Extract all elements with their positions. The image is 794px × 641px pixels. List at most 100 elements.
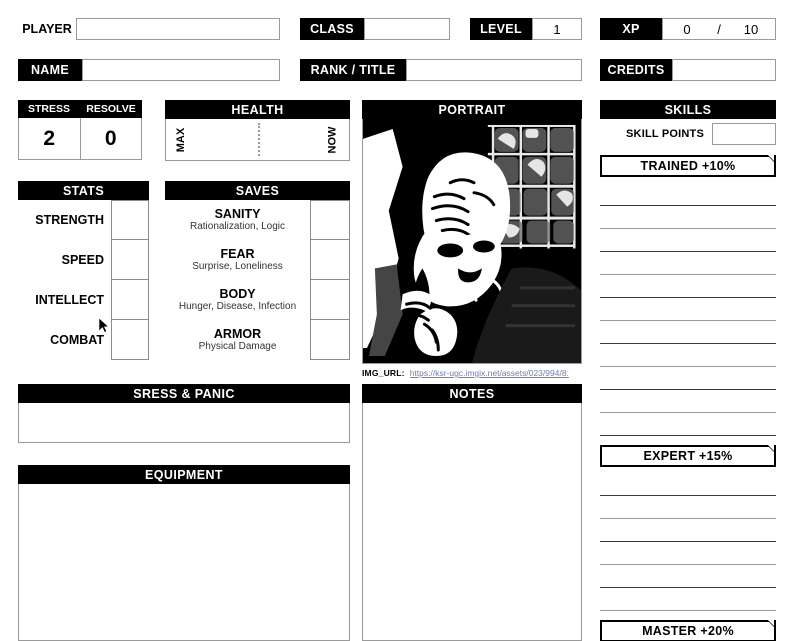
- skill-entry-slot[interactable]: [600, 542, 776, 564]
- player-field-group: PLAYER: [18, 18, 280, 40]
- xp-label: XP: [600, 18, 662, 40]
- xp-value-group[interactable]: 0 / 10: [662, 18, 776, 40]
- skill-entry-slot[interactable]: [600, 252, 776, 274]
- save-text-fear: FEAR Surprise, Loneliness: [165, 240, 310, 280]
- credits-input[interactable]: [672, 59, 776, 81]
- class-input[interactable]: [364, 18, 450, 40]
- stat-row-strength: STRENGTH: [18, 200, 149, 240]
- skill-entry-slot[interactable]: [600, 473, 776, 495]
- equipment-header: EQUIPMENT: [18, 465, 350, 484]
- save-input-armor[interactable]: [310, 320, 350, 360]
- stat-row-intellect: INTELLECT: [18, 280, 149, 320]
- skill-entry-slot[interactable]: [600, 519, 776, 541]
- skill-entry-slot[interactable]: [600, 367, 776, 389]
- save-sub-body: Hunger, Disease, Infection: [178, 301, 297, 313]
- equipment-textarea[interactable]: [18, 484, 350, 641]
- mouse-cursor-icon: [99, 318, 110, 333]
- save-input-fear[interactable]: [310, 240, 350, 280]
- stat-row-combat: COMBAT: [18, 320, 149, 360]
- img-url-label: IMG_URL:: [362, 368, 405, 378]
- corner-fold-icon: [767, 620, 776, 629]
- img-url-link[interactable]: https://ksr-ugc.imgix.net/assets/023/994…: [410, 368, 569, 378]
- level-input[interactable]: 1: [532, 18, 582, 40]
- skill-entry-slot[interactable]: [600, 413, 776, 435]
- save-text-armor: ARMOR Physical Damage: [165, 320, 310, 360]
- skill-lines-expert: [600, 473, 776, 611]
- resolve-value[interactable]: 0: [81, 118, 142, 159]
- name-field-group: NAME: [18, 59, 280, 81]
- skill-entry-slot[interactable]: [600, 275, 776, 297]
- stats-rows: STRENGTH SPEED INTELLECT COMBAT: [18, 200, 149, 360]
- skill-entry-slot[interactable]: [600, 183, 776, 205]
- save-sub-sanity: Rationalization, Logic: [189, 221, 286, 233]
- skill-rule-line: [600, 610, 776, 611]
- xp-max-input[interactable]: 10: [727, 19, 775, 39]
- skill-entry-slot[interactable]: [600, 390, 776, 412]
- player-input[interactable]: [76, 18, 280, 40]
- stress-panic-header: SRESS & PANIC: [18, 384, 350, 403]
- credits-label: CREDITS: [600, 59, 672, 81]
- save-text-sanity: SANITY Rationalization, Logic: [165, 200, 310, 240]
- skill-tier-master[interactable]: MASTER +20%: [600, 620, 776, 641]
- stat-input-combat[interactable]: [111, 320, 149, 360]
- save-input-body[interactable]: [310, 280, 350, 320]
- save-label-armor: ARMOR: [213, 326, 262, 341]
- rank-title-input[interactable]: [406, 59, 582, 81]
- stress-panic-panel: SRESS & PANIC: [18, 384, 350, 443]
- stats-header: STATS: [18, 181, 149, 200]
- xp-field-group: XP 0 / 10: [600, 18, 776, 40]
- skill-entry-slot[interactable]: [600, 229, 776, 251]
- skill-entry-slot[interactable]: [600, 206, 776, 228]
- portrait-image[interactable]: [362, 119, 582, 364]
- save-row-body: BODY Hunger, Disease, Infection: [165, 280, 350, 320]
- resolve-label: RESOLVE: [80, 100, 142, 118]
- health-divider: [257, 123, 260, 156]
- skill-entry-slot[interactable]: [600, 588, 776, 610]
- xp-current-input[interactable]: 0: [663, 19, 711, 39]
- skill-entry-slot[interactable]: [600, 344, 776, 366]
- skill-tier-master-label: MASTER +20%: [642, 624, 734, 638]
- skill-tier-trained[interactable]: TRAINED +10%: [600, 155, 776, 177]
- stress-resolve-panel: STRESS RESOLVE 2 0: [18, 100, 142, 160]
- portrait-header: PORTRAIT: [362, 100, 582, 119]
- skill-lines-trained: [600, 183, 776, 436]
- save-label-body: BODY: [219, 286, 256, 301]
- notes-header: NOTES: [362, 384, 582, 403]
- saves-rows: SANITY Rationalization, Logic FEAR Surpr…: [165, 200, 350, 360]
- stat-input-strength[interactable]: [111, 200, 149, 240]
- name-input[interactable]: [82, 59, 280, 81]
- stat-input-intellect[interactable]: [111, 280, 149, 320]
- notes-textarea[interactable]: [362, 403, 582, 641]
- corner-fold-icon: [767, 445, 776, 454]
- name-label: NAME: [18, 59, 82, 81]
- portrait-panel: PORTRAIT IMG_URL: https://ksr-ugc.imgix.…: [362, 100, 582, 380]
- xp-separator: /: [717, 21, 721, 37]
- save-input-sanity[interactable]: [310, 200, 350, 240]
- stat-input-speed[interactable]: [111, 240, 149, 280]
- portrait-artwork: [363, 119, 581, 363]
- skill-entry-slot[interactable]: [600, 321, 776, 343]
- skills-panel: SKILLS SKILL POINTS TRAINED +10% EXPERT …: [600, 100, 776, 641]
- rank-field-group: RANK / TITLE: [300, 59, 582, 81]
- stat-row-speed: SPEED: [18, 240, 149, 280]
- health-max-label: MAX: [175, 127, 188, 152]
- stress-panic-textarea[interactable]: [18, 403, 350, 443]
- save-sub-armor: Physical Damage: [198, 341, 277, 353]
- level-label: LEVEL: [470, 18, 532, 40]
- saves-panel: SAVES SANITY Rationalization, Logic FEAR…: [165, 181, 350, 360]
- skill-tier-expert[interactable]: EXPERT +15%: [600, 445, 776, 467]
- save-label-sanity: SANITY: [214, 206, 261, 221]
- player-label: PLAYER: [22, 22, 72, 36]
- rank-title-label: RANK / TITLE: [300, 59, 406, 81]
- skill-entry-slot[interactable]: [600, 298, 776, 320]
- equipment-panel: EQUIPMENT: [18, 465, 350, 641]
- stress-value[interactable]: 2: [19, 118, 81, 159]
- class-label: CLASS: [300, 18, 364, 40]
- save-sub-fear: Surprise, Loneliness: [192, 261, 283, 273]
- save-label-fear: FEAR: [220, 246, 255, 261]
- save-row-sanity: SANITY Rationalization, Logic: [165, 200, 350, 240]
- skill-entry-slot[interactable]: [600, 565, 776, 587]
- skill-entry-slot[interactable]: [600, 496, 776, 518]
- skill-tier-expert-label: EXPERT +15%: [643, 449, 733, 463]
- skill-points-input[interactable]: [712, 123, 776, 145]
